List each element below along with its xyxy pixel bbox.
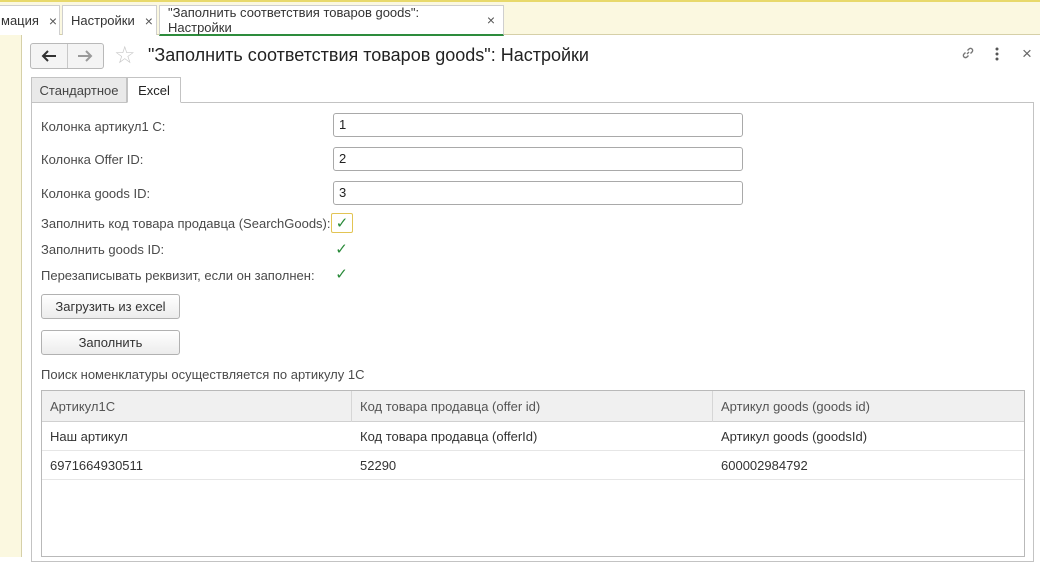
goods-id-column-label: Колонка goods ID: (41, 186, 151, 201)
fill-button[interactable]: Заполнить (41, 330, 180, 355)
favorite-star-icon[interactable]: ☆ (114, 41, 136, 70)
overwrite-checkbox-label: Перезаписывать реквизит, если он заполне… (41, 268, 315, 283)
offer-id-column-label: Колонка Offer ID: (41, 152, 144, 167)
arrow-right-icon (78, 50, 93, 62)
fill-goods-id-checkbox[interactable]: ✓ (334, 240, 349, 258)
window-tab-bar: мация × Настройки × "Заполнить соответст… (0, 0, 1040, 36)
table-cell: 6971664930511 (50, 458, 144, 473)
close-icon[interactable]: × (145, 13, 153, 29)
more-vertical-icon[interactable] (994, 46, 1000, 67)
mapping-table: Артикул1С Код товара продавца (offer id)… (41, 390, 1025, 557)
close-icon[interactable]: × (49, 13, 57, 29)
check-icon: ✓ (335, 265, 348, 283)
table-cell: Артикул goods (goodsId) (721, 429, 868, 444)
left-panel-strip (0, 35, 22, 557)
column-header-article-1c[interactable]: Артикул1С (42, 391, 352, 422)
table-row[interactable]: 6971664930511 52290 600002984792 (42, 451, 1024, 480)
column-header-goods-id[interactable]: Артикул goods (goods id) (713, 391, 1024, 422)
window-tab-current[interactable]: "Заполнить соответствия товаров goods": … (159, 5, 504, 36)
load-from-excel-button[interactable]: Загрузить из excel (41, 294, 180, 319)
window-tab-settings[interactable]: Настройки × (62, 5, 157, 35)
nav-buttons (30, 43, 104, 69)
table-cell: 52290 (360, 458, 397, 473)
article-1c-column-input[interactable]: 1 (333, 113, 743, 137)
offer-id-column-input[interactable]: 2 (333, 147, 743, 171)
check-icon: ✓ (335, 240, 348, 258)
info-text: Поиск номенклатуры осуществляется по арт… (41, 367, 365, 382)
window-tab-label: мация (1, 13, 39, 28)
search-goods-checkbox-label: Заполнить код товара продавца (SearchGoo… (41, 216, 331, 231)
window-tab-prev[interactable]: мация × (0, 5, 60, 35)
arrow-left-icon (41, 50, 56, 62)
table-cell: Код товара продавца (offerId) (360, 429, 538, 444)
tab-standard[interactable]: Стандартное (31, 77, 127, 103)
forward-button[interactable] (66, 44, 104, 68)
overwrite-checkbox[interactable]: ✓ (334, 265, 349, 283)
page-title: "Заполнить соответствия товаров goods": … (148, 45, 589, 65)
table-cell: 600002984792 (721, 458, 808, 473)
back-button[interactable] (31, 44, 67, 68)
table-header: Артикул1С Код товара продавца (offer id)… (42, 391, 1024, 422)
table-row[interactable]: Наш артикул Код товара продавца (offerId… (42, 422, 1024, 451)
search-goods-checkbox[interactable]: ✓ (331, 213, 353, 233)
column-header-offer-id[interactable]: Код товара продавца (offer id) (352, 391, 713, 422)
tab-excel[interactable]: Excel (127, 77, 181, 103)
fill-goods-id-checkbox-label: Заполнить goods ID: (41, 242, 165, 257)
close-form-icon[interactable]: × (1022, 44, 1032, 64)
link-icon[interactable] (960, 45, 976, 66)
close-icon[interactable]: × (487, 12, 495, 28)
article-1c-column-label: Колонка артикул1 С: (41, 119, 166, 134)
table-cell: Наш артикул (50, 429, 128, 444)
window-tab-label: Настройки (71, 13, 135, 28)
goods-id-column-input[interactable]: 3 (333, 181, 743, 205)
check-icon: ✓ (335, 215, 349, 232)
window-tab-label: "Заполнить соответствия товаров goods": … (168, 5, 420, 35)
